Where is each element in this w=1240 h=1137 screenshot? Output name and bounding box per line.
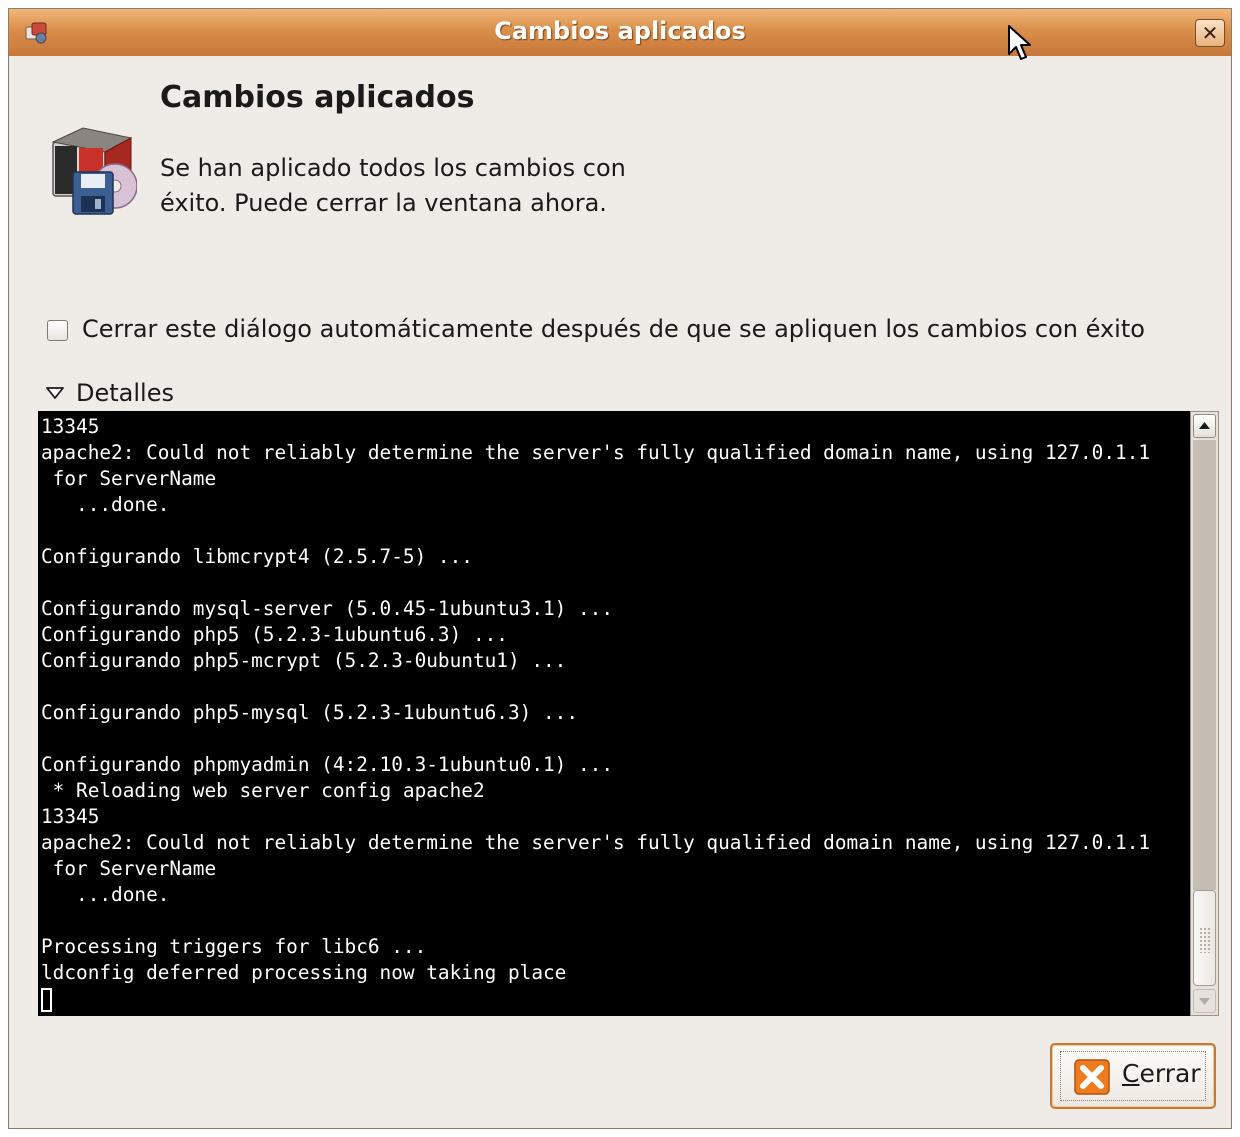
terminal-line: Configurando php5-mcrypt (5.2.3-0ubuntu1… bbox=[41, 649, 567, 672]
scroll-trough[interactable] bbox=[1193, 440, 1216, 890]
mouse-cursor-icon bbox=[1008, 25, 1031, 60]
arrow-down-icon bbox=[1199, 998, 1210, 1005]
terminal-line: Processing triggers for libc6 ... bbox=[41, 935, 427, 958]
close-icon: ✕ bbox=[1201, 21, 1219, 45]
arrow-up-icon bbox=[1199, 422, 1210, 429]
changes-applied-dialog: Cambios aplicados ✕ Cambios aplicados Se… bbox=[9, 9, 1231, 1128]
scroll-thumb[interactable] bbox=[1193, 890, 1216, 986]
terminal-line: * Reloading web server config apache2 bbox=[41, 779, 485, 802]
terminal-line: 13345 bbox=[41, 805, 100, 828]
terminal-scrollbar[interactable] bbox=[1190, 411, 1219, 1016]
auto-close-checkbox-row[interactable]: Cerrar este diálogo automáticamente desp… bbox=[47, 312, 1145, 346]
terminal-line: Configurando phpmyadmin (4:2.10.3-1ubunt… bbox=[41, 753, 614, 776]
dialog-heading: Cambios aplicados bbox=[160, 80, 475, 115]
auto-close-checkbox-label[interactable]: Cerrar este diálogo automáticamente desp… bbox=[82, 315, 1145, 343]
terminal-line: Configurando mysql-server (5.0.45-1ubunt… bbox=[41, 597, 614, 620]
close-button-label: Cerrar bbox=[1122, 1059, 1201, 1088]
terminal-line: ...done. bbox=[41, 493, 170, 516]
details-expander[interactable]: Detalles bbox=[45, 377, 174, 409]
terminal-line: ...done. bbox=[41, 883, 170, 906]
terminal-line: ldconfig deferred processing now taking … bbox=[41, 961, 567, 984]
close-button[interactable]: Cerrar bbox=[1050, 1043, 1216, 1109]
expander-arrow-down-icon[interactable] bbox=[45, 386, 65, 400]
window-close-button[interactable]: ✕ bbox=[1195, 19, 1225, 47]
auto-close-checkbox[interactable] bbox=[47, 320, 68, 341]
terminal-line: apache2: Could not reliably determine th… bbox=[41, 441, 1151, 464]
terminal-line: Configurando php5 (5.2.3-1ubuntu6.3) ... bbox=[41, 623, 508, 646]
grip-icon bbox=[1199, 927, 1210, 953]
terminal-line: for ServerName bbox=[41, 857, 217, 880]
close-x-icon bbox=[1074, 1059, 1110, 1095]
dialog-message: Se han aplicado todos los cambios con éx… bbox=[160, 154, 626, 217]
details-label[interactable]: Detalles bbox=[76, 379, 174, 407]
title-bar[interactable]: Cambios aplicados ✕ bbox=[9, 9, 1231, 60]
terminal-line: for ServerName bbox=[41, 467, 217, 490]
terminal-line: Configurando libmcrypt4 (2.5.7-5) ... bbox=[41, 545, 473, 568]
scroll-down-button[interactable] bbox=[1193, 989, 1216, 1013]
terminal-line: Configurando php5-mysql (5.2.3-1ubuntu6.… bbox=[41, 701, 579, 724]
package-installer-icon bbox=[51, 127, 137, 215]
terminal-line: apache2: Could not reliably determine th… bbox=[41, 831, 1151, 854]
terminal-cursor bbox=[41, 988, 52, 1012]
terminal-line: 13345 bbox=[41, 415, 100, 438]
terminal-output[interactable]: 13345 apache2: Could not reliably determ… bbox=[38, 411, 1190, 1016]
window-title: Cambios aplicados bbox=[494, 17, 746, 45]
scroll-up-button[interactable] bbox=[1193, 414, 1216, 438]
